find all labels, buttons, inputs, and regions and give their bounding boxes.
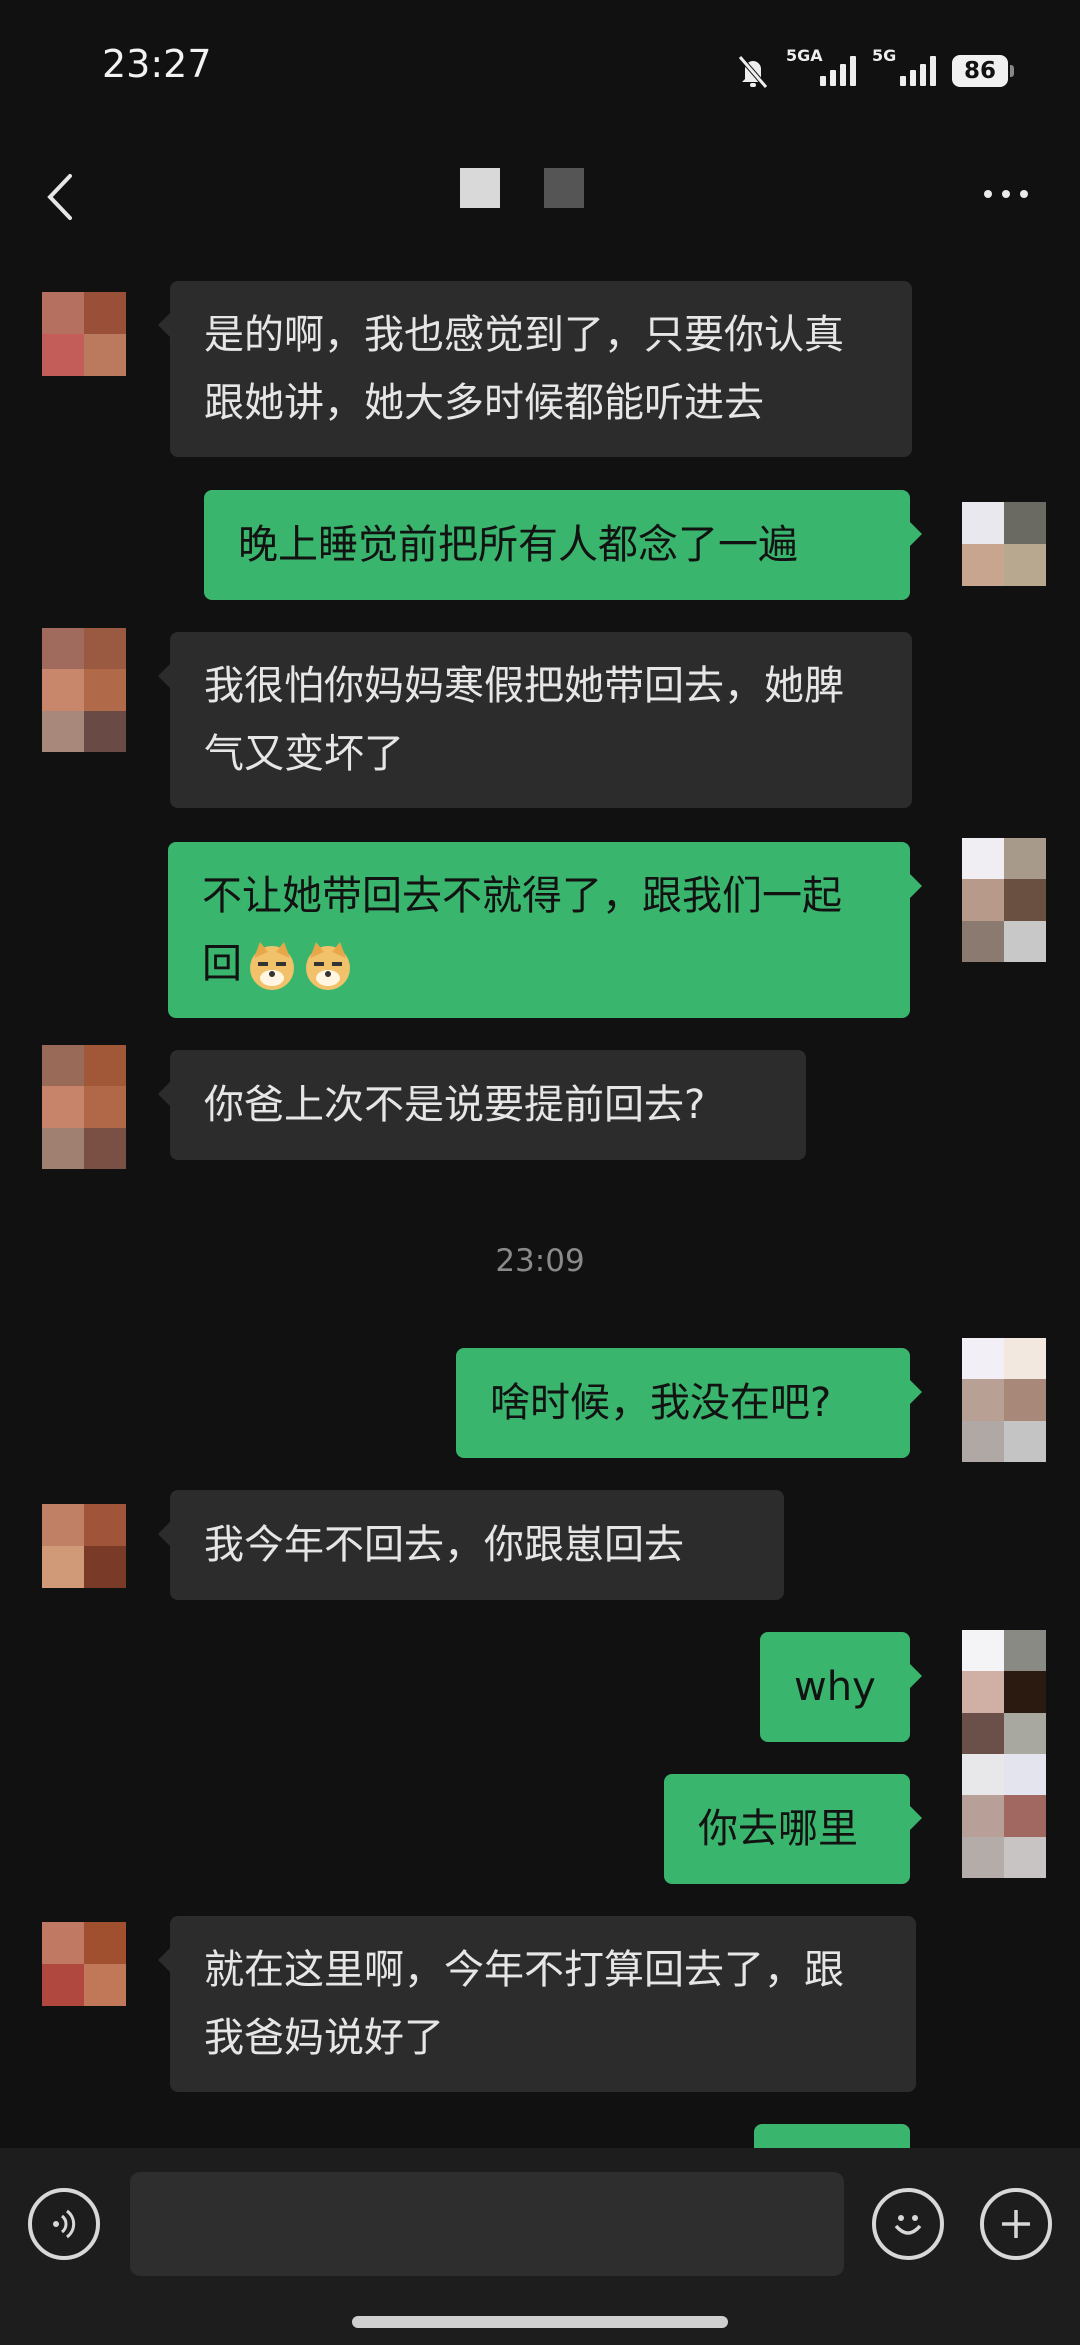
- message-bubble[interactable]: 你爸上次不是说要提前回去?: [158, 1050, 806, 1160]
- network-label-2: 5G: [872, 46, 897, 65]
- avatar[interactable]: [42, 292, 126, 376]
- voice-icon[interactable]: [28, 2188, 100, 2260]
- message-text: 我很怕你妈妈寒假把她带回去，她脾气又变坏了: [204, 663, 844, 777]
- avatar[interactable]: [42, 628, 126, 752]
- bell-muted-icon: [738, 55, 768, 89]
- doge-emoji-icon: [250, 942, 294, 990]
- avatar[interactable]: [962, 1338, 1046, 1462]
- message-text: 就在这里啊，今年不打算回去了，跟我爸妈说好了: [204, 1947, 844, 2061]
- network-label-1: 5GA: [786, 46, 823, 65]
- message-bubble[interactable]: 我很怕你妈妈寒假把她带回去，她脾气又变坏了: [158, 632, 912, 808]
- plus-circle-icon[interactable]: [980, 2188, 1052, 2260]
- smiley-icon[interactable]: [872, 2188, 944, 2260]
- message-input[interactable]: [130, 2172, 844, 2276]
- message-text: 啥时候，我没在吧?: [490, 1380, 832, 1426]
- contact-name-redacted: [460, 168, 500, 208]
- message-bubble[interactable]: 啥时候，我没在吧?: [456, 1348, 922, 1458]
- battery-icon: 86: [952, 55, 1014, 87]
- avatar[interactable]: [962, 838, 1046, 962]
- status-time: 23:27: [102, 42, 212, 86]
- message-bubble[interactable]: 晚上睡觉前把所有人都念了一遍: [204, 490, 922, 600]
- avatar[interactable]: [42, 1045, 126, 1169]
- avatar[interactable]: [962, 502, 1046, 586]
- home-indicator[interactable]: [352, 2316, 728, 2328]
- status-icons: 5GA 5G 86: [736, 46, 1014, 94]
- avatar[interactable]: [962, 1630, 1046, 1754]
- message-bubble[interactable]: 你去哪里: [664, 1774, 922, 1884]
- message-text: why: [794, 1664, 876, 1710]
- message-text: 你去哪里: [698, 1806, 858, 1852]
- message-timestamp: 23:09: [495, 1243, 585, 1279]
- message-text: 是的啊，我也感觉到了，只要你认真跟她讲，她大多时候都能听进去: [204, 312, 844, 426]
- avatar[interactable]: [962, 1754, 1046, 1878]
- message-bubble[interactable]: why: [760, 1632, 922, 1742]
- signal-icon: 5GA: [786, 46, 856, 86]
- message-bubble[interactable]: 不让她带回去不就得了，跟我们一起回: [168, 842, 922, 1018]
- more-horizontal-icon[interactable]: [984, 190, 1028, 198]
- doge-emoji-icon: [306, 942, 350, 990]
- message-text: 我今年不回去，你跟崽回去: [204, 1522, 684, 1568]
- message-text: 不让她带回去不就得了，跟我们一起回: [202, 862, 876, 998]
- message-bubble[interactable]: 就在这里啊，今年不打算回去了，跟我爸妈说好了: [158, 1916, 916, 2092]
- message-text: 晚上睡觉前把所有人都念了一遍: [238, 522, 798, 568]
- message-text: 你爸上次不是说要提前回去?: [204, 1082, 706, 1128]
- signal-icon: 5G: [872, 46, 936, 86]
- message-bubble[interactable]: 是的啊，我也感觉到了，只要你认真跟她讲，她大多时候都能听进去: [158, 281, 912, 457]
- message-bubble[interactable]: 我今年不回去，你跟崽回去: [158, 1490, 784, 1600]
- contact-name-redacted: [544, 168, 584, 208]
- avatar[interactable]: [42, 1922, 126, 2006]
- chevron-left-icon[interactable]: [40, 170, 84, 224]
- avatar[interactable]: [42, 1504, 126, 1588]
